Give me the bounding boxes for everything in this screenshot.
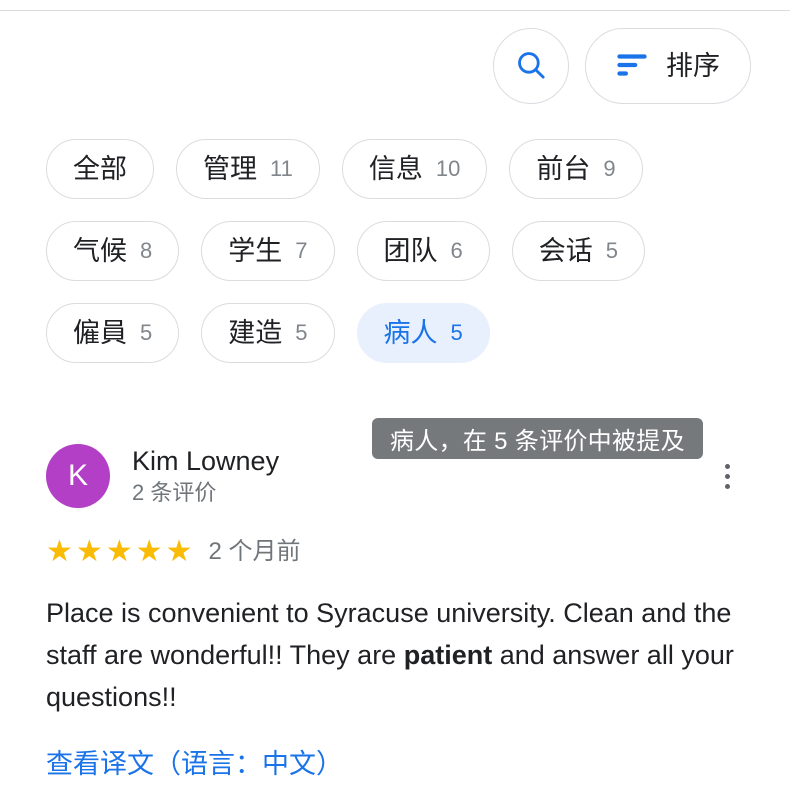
chip-count: 6 <box>450 238 463 263</box>
filter-chip-list: 全部 管理 11 信息 10 前台 9 气候 8 学生 7 团队 6 会话 5 … <box>46 139 752 363</box>
star-icon: ★ <box>135 535 163 568</box>
sort-button[interactable]: 排序 <box>585 28 751 104</box>
star-rating: ★ ★ ★ ★ ★ <box>46 537 193 567</box>
filter-chip-patient[interactable]: 病人 5 <box>356 303 490 363</box>
filter-chip-all[interactable]: 全部 <box>46 139 154 199</box>
avatar: K <box>46 444 110 508</box>
kebab-dot <box>724 483 730 489</box>
chip-label: 信息 <box>368 153 423 184</box>
chip-label: 管理 <box>203 153 257 184</box>
chip-label: 会话 <box>538 235 593 266</box>
sort-button-label: 排序 <box>666 50 720 81</box>
filter-chip-students[interactable]: 学生 7 <box>201 221 335 281</box>
filter-chip-management[interactable]: 管理 11 <box>176 139 320 199</box>
review-text-highlight: patient <box>403 640 493 670</box>
more-vertical-icon[interactable] <box>708 457 746 495</box>
chip-count: 9 <box>603 156 616 181</box>
chip-count: 5 <box>605 238 618 263</box>
search-icon <box>514 48 548 85</box>
star-icon: ★ <box>165 535 193 568</box>
view-translation-link[interactable]: 查看译文（语言：中文） <box>46 751 343 778</box>
chip-count: 10 <box>435 156 461 181</box>
reviewer-name: Kim Lowney <box>132 446 280 477</box>
filter-chip-team[interactable]: 团队 6 <box>356 221 490 281</box>
filter-chip-employees[interactable]: 僱員 5 <box>46 303 180 363</box>
reviewer-review-count: 2 条评价 <box>132 480 217 506</box>
chip-label: 建造 <box>228 317 283 348</box>
chip-label: 病人 <box>383 317 438 348</box>
chip-count: 8 <box>140 238 153 263</box>
chip-label: 全部 <box>73 153 127 184</box>
filter-chip-conversation[interactable]: 会话 5 <box>511 221 645 281</box>
chip-label: 气候 <box>73 235 127 266</box>
chip-count: 5 <box>140 320 153 345</box>
star-icon: ★ <box>46 535 73 568</box>
filter-chip-tooltip: 病人，在 5 条评价中被提及 <box>372 418 703 459</box>
filter-chip-construction[interactable]: 建造 5 <box>201 303 335 363</box>
chip-count: 11 <box>270 156 293 181</box>
filter-chip-climate[interactable]: 气候 8 <box>46 221 180 281</box>
star-icon: ★ <box>105 535 133 568</box>
chip-label: 学生 <box>228 235 283 266</box>
chip-count: 5 <box>450 320 463 345</box>
filter-chip-information[interactable]: 信息 10 <box>341 139 488 199</box>
reviewer-info: Kim Lowney 2 条评价 <box>132 446 279 505</box>
kebab-dot <box>724 463 730 469</box>
review-body: Place is convenient to Syracuse universi… <box>46 592 758 718</box>
review-card: K Kim Lowney 2 条评价 ★ ★ ★ ★ ★ 2 个月前 Place… <box>46 437 756 778</box>
chip-count: 7 <box>295 238 308 263</box>
review-timestamp: 2 个月前 <box>208 538 301 565</box>
chip-label: 前台 <box>536 153 591 184</box>
chip-count: 5 <box>295 320 308 345</box>
header-actions: 排序 <box>493 28 751 104</box>
kebab-dot <box>724 473 730 479</box>
search-button[interactable] <box>493 28 569 104</box>
top-divider <box>0 10 790 11</box>
filter-chip-front-desk[interactable]: 前台 9 <box>509 139 643 199</box>
star-icon: ★ <box>75 535 103 568</box>
rating-row: ★ ★ ★ ★ ★ 2 个月前 <box>46 537 756 567</box>
sort-lines-icon <box>616 53 648 80</box>
chip-label: 僱員 <box>73 317 127 348</box>
chip-label: 团队 <box>383 235 438 266</box>
